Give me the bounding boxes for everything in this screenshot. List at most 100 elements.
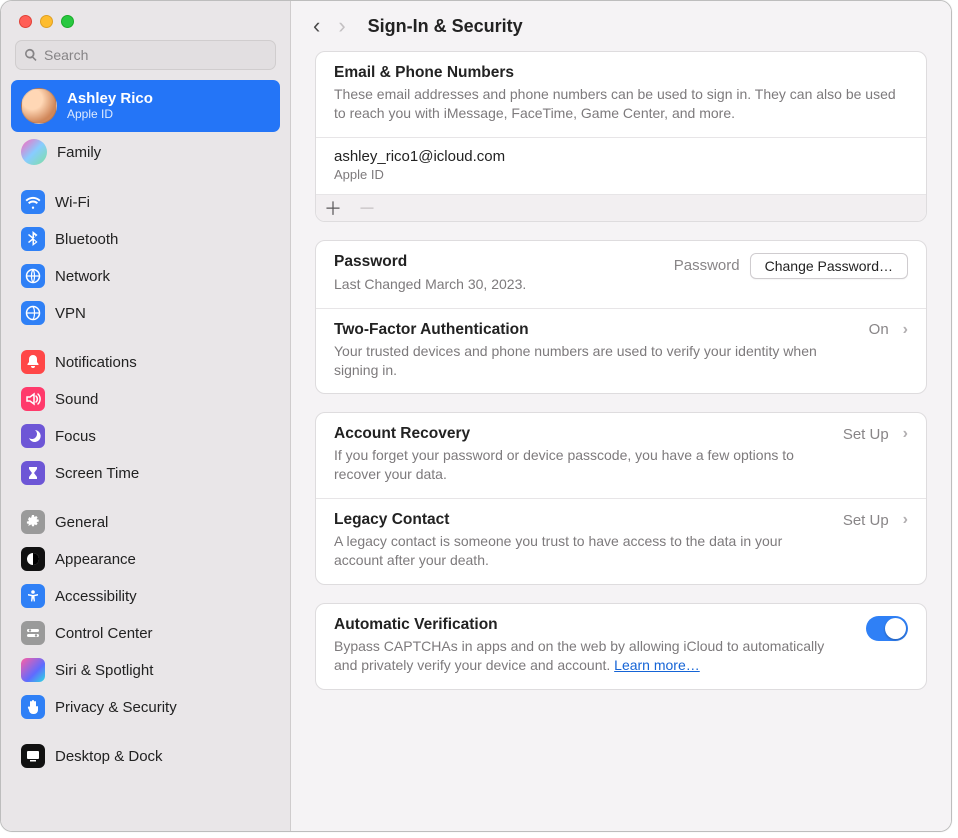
network-icon [21, 264, 45, 288]
sidebar-item-label: Desktop & Dock [55, 748, 163, 765]
zoom-window-button[interactable] [61, 15, 74, 28]
sidebar-item-label: Control Center [55, 625, 153, 642]
two-factor-title: Two-Factor Authentication [334, 321, 853, 339]
sidebar-item-label: Family [57, 144, 101, 161]
auto-verification-row: Automatic Verification Bypass CAPTCHAs i… [316, 604, 926, 689]
password-row: Password Last Changed March 30, 2023. Pa… [316, 241, 926, 308]
email-address-label: Apple ID [334, 167, 908, 182]
avatar [21, 88, 57, 124]
sidebar-item-control-center[interactable]: Control Center [11, 615, 280, 651]
sidebar-item-label: Wi-Fi [55, 194, 90, 211]
gear-icon [21, 510, 45, 534]
email-phone-title: Email & Phone Numbers [334, 64, 908, 82]
sidebar-item-label: Network [55, 268, 110, 285]
page-title: Sign-In & Security [360, 16, 523, 37]
password-value-label: Password [674, 257, 740, 274]
password-sub: Last Changed March 30, 2023. [334, 275, 658, 294]
chevron-right-icon: › [903, 425, 908, 443]
sidebar-item-sound[interactable]: Sound [11, 381, 280, 417]
sidebar-item-network[interactable]: Network [11, 258, 280, 294]
add-remove-bar: ＋ － [316, 194, 926, 221]
sidebar-item-label: Accessibility [55, 588, 137, 605]
email-phone-desc: These email addresses and phone numbers … [334, 85, 908, 123]
password-title: Password [334, 253, 658, 271]
user-sub: Apple ID [67, 108, 153, 122]
auto-verification-card: Automatic Verification Bypass CAPTCHAs i… [315, 603, 927, 690]
sidebar-item-bluetooth[interactable]: Bluetooth [11, 221, 280, 257]
sidebar-item-label: VPN [55, 305, 86, 322]
sidebar-scroll[interactable]: Ashley Rico Apple ID Family Wi-Fi Blueto… [1, 80, 290, 831]
sidebar-item-family[interactable]: Family [11, 133, 280, 171]
hourglass-icon [21, 461, 45, 485]
sidebar-item-label: Siri & Spotlight [55, 662, 153, 679]
nav-back-button[interactable]: ‹ [313, 15, 320, 37]
settings-window: Search Ashley Rico Apple ID Family Wi-Fi [0, 0, 952, 832]
account-recovery-desc: If you forget your password or device pa… [334, 446, 827, 484]
email-phone-card: Email & Phone Numbers These email addres… [315, 51, 927, 222]
auto-verification-desc: Bypass CAPTCHAs in apps and on the web b… [334, 637, 850, 675]
window-controls [1, 9, 290, 40]
sidebar-item-label: Screen Time [55, 465, 139, 482]
sidebar-item-label: General [55, 514, 108, 531]
recovery-legacy-card: Account Recovery If you forget your pass… [315, 412, 927, 585]
sidebar-item-privacy-security[interactable]: Privacy & Security [11, 689, 280, 725]
content-scroll[interactable]: Email & Phone Numbers These email addres… [291, 47, 951, 831]
sidebar-item-label: Appearance [55, 551, 136, 568]
minimize-window-button[interactable] [40, 15, 53, 28]
main-panel: ‹ › Sign-In & Security Email & Phone Num… [291, 1, 951, 831]
appearance-icon [21, 547, 45, 571]
moon-icon [21, 424, 45, 448]
sidebar-item-accessibility[interactable]: Accessibility [11, 578, 280, 614]
chevron-right-icon: › [903, 321, 908, 339]
change-password-button[interactable]: Change Password… [750, 253, 908, 279]
user-name: Ashley Rico [67, 90, 153, 107]
account-recovery-title: Account Recovery [334, 425, 827, 443]
legacy-contact-desc: A legacy contact is someone you trust to… [334, 532, 827, 570]
control-center-icon [21, 621, 45, 645]
desktop-icon [21, 744, 45, 768]
sidebar-item-label: Bluetooth [55, 231, 118, 248]
family-icon [21, 139, 47, 165]
sidebar-item-siri-spotlight[interactable]: Siri & Spotlight [11, 652, 280, 688]
sidebar-item-label: Sound [55, 391, 98, 408]
accessibility-icon [21, 584, 45, 608]
password-2fa-card: Password Last Changed March 30, 2023. Pa… [315, 240, 927, 395]
two-factor-row[interactable]: Two-Factor Authentication Your trusted d… [316, 308, 926, 394]
add-contact-button[interactable]: ＋ [316, 195, 350, 221]
sidebar-item-label: Privacy & Security [55, 699, 177, 716]
two-factor-value: On [869, 321, 889, 338]
sidebar-item-wifi[interactable]: Wi-Fi [11, 184, 280, 220]
auto-verification-toggle[interactable] [866, 616, 908, 641]
legacy-contact-value: Set Up [843, 512, 889, 529]
bell-icon [21, 350, 45, 374]
search-icon [24, 48, 38, 62]
sidebar-item-appearance[interactable]: Appearance [11, 541, 280, 577]
wifi-icon [21, 190, 45, 214]
auto-verification-title: Automatic Verification [334, 616, 850, 634]
sidebar: Search Ashley Rico Apple ID Family Wi-Fi [1, 1, 291, 831]
sidebar-item-general[interactable]: General [11, 504, 280, 540]
chevron-right-icon: › [903, 511, 908, 529]
learn-more-link[interactable]: Learn more… [614, 657, 700, 673]
email-entry-row[interactable]: ashley_rico1@icloud.com Apple ID [316, 137, 926, 194]
bluetooth-icon [21, 227, 45, 251]
nav-arrows: ‹ › [313, 15, 346, 37]
remove-contact-button: － [350, 195, 384, 221]
sidebar-item-vpn[interactable]: VPN [11, 295, 280, 331]
siri-icon [21, 658, 45, 682]
sidebar-item-desktop-dock[interactable]: Desktop & Dock [11, 738, 280, 774]
sidebar-item-focus[interactable]: Focus [11, 418, 280, 454]
legacy-contact-title: Legacy Contact [334, 511, 827, 529]
sidebar-item-label: Focus [55, 428, 96, 445]
sidebar-item-notifications[interactable]: Notifications [11, 344, 280, 380]
account-recovery-row[interactable]: Account Recovery If you forget your pass… [316, 413, 926, 498]
sidebar-item-apple-id[interactable]: Ashley Rico Apple ID [11, 80, 280, 132]
search-input[interactable]: Search [15, 40, 276, 70]
vpn-icon [21, 301, 45, 325]
sidebar-item-label: Notifications [55, 354, 137, 371]
close-window-button[interactable] [19, 15, 32, 28]
sidebar-item-screen-time[interactable]: Screen Time [11, 455, 280, 491]
email-address: ashley_rico1@icloud.com [334, 148, 908, 165]
legacy-contact-row[interactable]: Legacy Contact A legacy contact is someo… [316, 498, 926, 584]
nav-forward-button[interactable]: › [338, 15, 345, 37]
